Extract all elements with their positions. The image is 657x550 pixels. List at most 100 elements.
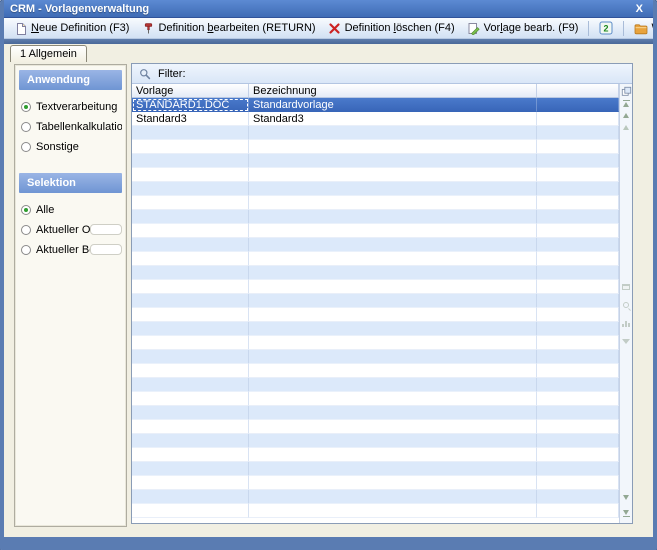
table-cell[interactable]	[537, 462, 619, 476]
radio-button[interactable]	[21, 142, 31, 152]
table-row-empty[interactable]	[132, 224, 619, 238]
table-cell[interactable]: Standardvorlage	[249, 98, 537, 112]
table-cell[interactable]	[249, 252, 537, 266]
table-cell[interactable]	[537, 238, 619, 252]
radio-option-alle[interactable]: Alle	[21, 203, 122, 216]
table-cell[interactable]	[132, 336, 249, 350]
table-cell[interactable]	[249, 294, 537, 308]
table-cell[interactable]	[132, 252, 249, 266]
table-cell[interactable]	[537, 154, 619, 168]
table-cell[interactable]	[249, 322, 537, 336]
table-cell[interactable]	[249, 476, 537, 490]
table-row-empty[interactable]	[132, 182, 619, 196]
radio-button[interactable]	[21, 102, 31, 112]
table-cell[interactable]	[249, 504, 537, 518]
search-icon[interactable]	[621, 299, 632, 311]
table-row-empty[interactable]	[132, 196, 619, 210]
table-cell[interactable]	[537, 140, 619, 154]
radio-button[interactable]	[21, 245, 31, 255]
radio-option-aktueller-bediener[interactable]: Aktueller Bediener	[21, 243, 122, 256]
table-cell[interactable]	[132, 490, 249, 504]
close-button[interactable]: X	[632, 3, 647, 15]
table-row-empty[interactable]	[132, 168, 619, 182]
table-cell[interactable]	[249, 154, 537, 168]
table-cell[interactable]	[249, 182, 537, 196]
option-value-input[interactable]	[90, 244, 122, 255]
table-cell[interactable]	[537, 182, 619, 196]
table-cell[interactable]	[132, 280, 249, 294]
table-cell[interactable]	[132, 308, 249, 322]
table-cell[interactable]	[249, 210, 537, 224]
table-cell[interactable]	[249, 434, 537, 448]
table-cell[interactable]	[537, 434, 619, 448]
table-cell[interactable]	[249, 196, 537, 210]
chart-icon[interactable]	[621, 317, 632, 329]
table-cell[interactable]	[537, 98, 619, 112]
table-cell[interactable]	[249, 448, 537, 462]
table-cell[interactable]	[249, 420, 537, 434]
table-row-empty[interactable]	[132, 434, 619, 448]
table-cell[interactable]	[537, 252, 619, 266]
table-cell[interactable]	[249, 126, 537, 140]
table-row-empty[interactable]	[132, 406, 619, 420]
tab-allgemein[interactable]: 1 Allgemein	[10, 45, 87, 62]
table-cell[interactable]	[537, 322, 619, 336]
table-cell[interactable]	[249, 392, 537, 406]
scroll-bottom-icon[interactable]	[621, 507, 632, 519]
table-cell[interactable]	[249, 140, 537, 154]
table-cell[interactable]	[132, 322, 249, 336]
table-cell[interactable]: STANDARD1.DOC	[132, 98, 249, 112]
table-row-empty[interactable]	[132, 504, 619, 518]
table-row-empty[interactable]	[132, 210, 619, 224]
toolbar-button-vorlage-bearb-f9[interactable]: Vorlage bearb. (F9)	[461, 19, 585, 38]
table-cell[interactable]	[249, 406, 537, 420]
table-cell[interactable]	[249, 350, 537, 364]
table-cell[interactable]	[537, 224, 619, 238]
table-cell[interactable]	[132, 238, 249, 252]
table-row-empty[interactable]	[132, 322, 619, 336]
table-cell[interactable]	[537, 112, 619, 126]
table-cell[interactable]	[132, 392, 249, 406]
table-cell[interactable]	[537, 196, 619, 210]
table-cell[interactable]	[249, 462, 537, 476]
filter-funnel-icon[interactable]	[621, 335, 632, 347]
row-up-icon[interactable]	[621, 109, 632, 121]
table-cell[interactable]	[132, 350, 249, 364]
radio-option-tabellenkalkulation[interactable]: Tabellenkalkulation	[21, 120, 122, 133]
table-cell[interactable]	[132, 140, 249, 154]
table-cell[interactable]	[537, 378, 619, 392]
toolbar-button-definition-l-schen-f4[interactable]: Definition löschen (F4)	[322, 19, 461, 38]
radio-option-aktueller-ordner[interactable]: Aktueller Ordner	[21, 223, 122, 236]
table-cell[interactable]	[537, 420, 619, 434]
table-row-empty[interactable]	[132, 126, 619, 140]
table-cell[interactable]	[537, 308, 619, 322]
table-cell[interactable]	[132, 448, 249, 462]
table-cell[interactable]	[132, 210, 249, 224]
table-row-empty[interactable]	[132, 462, 619, 476]
table-row[interactable]: STANDARD1.DOCStandardvorlage	[132, 98, 619, 112]
table-row-empty[interactable]	[132, 140, 619, 154]
option-value-input[interactable]	[90, 224, 122, 235]
radio-option-sonstige[interactable]: Sonstige	[21, 140, 122, 153]
table-cell[interactable]	[132, 224, 249, 238]
table-cell[interactable]	[132, 476, 249, 490]
table-row-empty[interactable]	[132, 364, 619, 378]
radio-button[interactable]	[21, 122, 31, 132]
table-row-empty[interactable]	[132, 490, 619, 504]
table-cell[interactable]	[132, 294, 249, 308]
page-up-icon[interactable]	[621, 121, 632, 133]
table-row-empty[interactable]	[132, 154, 619, 168]
table-cell[interactable]	[132, 378, 249, 392]
table-cell[interactable]	[537, 504, 619, 518]
table-cell[interactable]	[537, 392, 619, 406]
table-cell[interactable]	[537, 476, 619, 490]
table-cell[interactable]	[249, 168, 537, 182]
table-cell[interactable]	[132, 182, 249, 196]
table-row-empty[interactable]	[132, 350, 619, 364]
table-row-empty[interactable]	[132, 476, 619, 490]
table-cell[interactable]	[132, 406, 249, 420]
table-cell[interactable]	[132, 420, 249, 434]
row-down-icon[interactable]	[621, 491, 632, 503]
table-cell[interactable]	[132, 168, 249, 182]
table-row[interactable]: Standard3Standard3	[132, 112, 619, 126]
